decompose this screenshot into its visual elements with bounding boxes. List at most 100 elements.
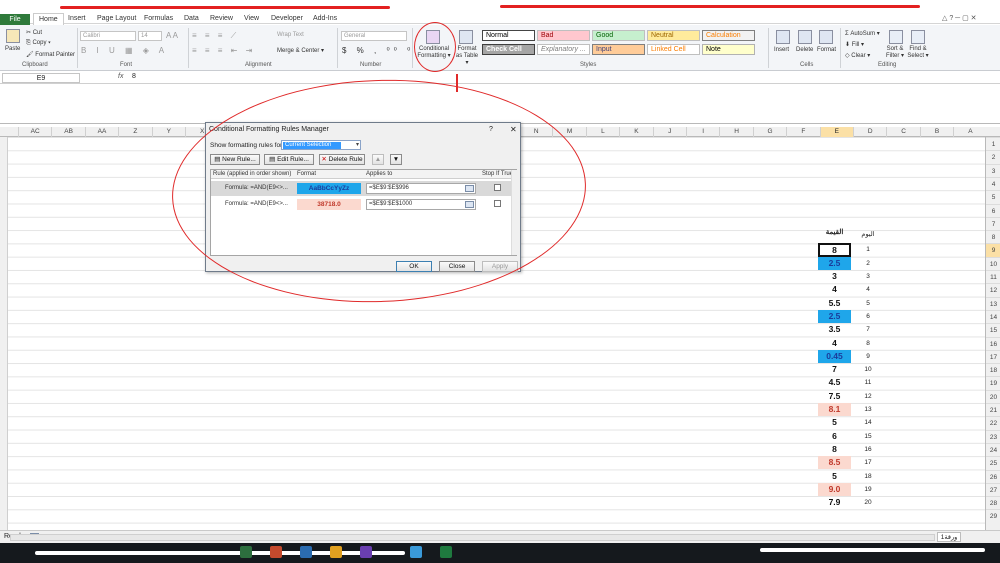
cell-day[interactable]: 9 — [853, 350, 883, 363]
column-header[interactable]: Z — [118, 127, 151, 137]
column-header[interactable]: F — [786, 127, 819, 137]
cell-value[interactable]: 5 — [818, 470, 851, 483]
column-header[interactable]: G — [752, 127, 786, 137]
tab-page-layout[interactable]: Page Layout — [97, 15, 136, 22]
font-format-icons[interactable]: B I U ▦ ◈ A — [81, 46, 168, 55]
format-painter-button[interactable]: 🖌 Format Painter — [26, 51, 75, 58]
row-header[interactable]: 20 — [986, 389, 1000, 403]
cut-button[interactable]: ✂ Cut — [26, 29, 42, 36]
taskbar-app-icon[interactable] — [270, 546, 282, 558]
column-header[interactable]: E — [819, 127, 853, 137]
cell-value[interactable]: 5 — [818, 416, 851, 429]
row-header[interactable]: 23 — [986, 429, 1000, 443]
cell-day[interactable]: 8 — [853, 337, 883, 350]
row-header[interactable]: 29 — [986, 509, 1000, 522]
taskbar-app-icon[interactable] — [300, 546, 312, 558]
column-header[interactable]: D — [853, 127, 886, 137]
row-header[interactable]: 26 — [986, 469, 1000, 483]
cell-style-3[interactable]: Neutral — [647, 30, 700, 41]
cell-value[interactable]: 4.5 — [818, 376, 851, 389]
row-header[interactable]: 18 — [986, 363, 1000, 376]
tab-formulas[interactable]: Formulas — [144, 15, 173, 22]
cell-style-7[interactable]: Input — [592, 44, 645, 55]
name-box[interactable]: E9 — [2, 73, 80, 83]
row-header[interactable]: 6 — [986, 203, 1000, 217]
tab-home[interactable]: Home — [33, 13, 64, 25]
column-header[interactable]: Y — [151, 127, 185, 137]
row-header[interactable]: 15 — [986, 323, 1000, 336]
cell-day[interactable]: 14 — [853, 416, 883, 429]
window-controls[interactable]: △ ? ─ ▢ ✕ — [942, 14, 997, 23]
paste-icon[interactable] — [6, 29, 20, 43]
delete-cells-icon[interactable] — [798, 30, 812, 44]
horizontal-scrollbar[interactable] — [10, 534, 935, 541]
row-header[interactable]: 13 — [986, 296, 1000, 310]
cell-day[interactable]: 3 — [853, 270, 883, 283]
row-header[interactable]: 1 — [986, 137, 1000, 150]
taskbar-app-icon[interactable] — [360, 546, 372, 558]
cell-day[interactable]: 7 — [853, 323, 883, 336]
cell-style-0[interactable]: Normal — [482, 30, 535, 41]
cell-style-1[interactable]: Bad — [537, 30, 590, 41]
cell-day[interactable]: 10 — [853, 363, 883, 376]
number-format-icons[interactable]: $ % , ⁰⁰ ⁰ — [342, 46, 414, 55]
row-header[interactable]: 25 — [986, 456, 1000, 469]
column-header[interactable]: AB — [51, 127, 84, 137]
column-header[interactable]: H — [719, 127, 752, 137]
cell-day[interactable]: 17 — [853, 456, 883, 469]
row-header[interactable]: 16 — [986, 336, 1000, 350]
cell-value[interactable]: 6 — [818, 430, 851, 443]
tab-review[interactable]: Review — [210, 15, 233, 22]
cell-value[interactable]: 4 — [818, 337, 851, 350]
row-header[interactable]: 12 — [986, 283, 1000, 296]
format-table-icon[interactable] — [459, 30, 473, 44]
row-header[interactable]: 7 — [986, 216, 1000, 230]
cell-day[interactable]: 20 — [853, 496, 883, 509]
sort-filter-button[interactable]: Sort & Filter ▾ — [884, 46, 906, 60]
cell-style-6[interactable]: Explanatory ... — [537, 44, 590, 55]
formula-input[interactable]: 8 — [132, 73, 136, 80]
column-header[interactable]: C — [886, 127, 919, 137]
column-header[interactable]: J — [652, 127, 686, 137]
row-header[interactable]: 17 — [986, 349, 1000, 363]
format-cells-icon[interactable] — [819, 30, 833, 44]
row-header[interactable]: 27 — [986, 482, 1000, 496]
column-header[interactable]: K — [619, 127, 652, 137]
column-header[interactable]: A — [953, 127, 986, 137]
cell-value[interactable]: 3 — [818, 270, 851, 283]
cell-day[interactable]: 15 — [853, 430, 883, 443]
delete-cells-button[interactable]: Delete — [796, 47, 813, 53]
fx-icon[interactable]: fx — [118, 73, 123, 80]
row-header[interactable]: 2 — [986, 150, 1000, 163]
cell-value[interactable]: 7.9 — [818, 496, 851, 509]
row-header[interactable]: 14 — [986, 309, 1000, 323]
paste-button[interactable]: Paste — [5, 46, 20, 52]
cell-value[interactable]: 3.5 — [818, 323, 851, 336]
align-h-icons[interactable]: ≡ ≡ ≡ ⇤ ⇥ — [192, 46, 255, 55]
taskbar-excel-icon[interactable] — [440, 546, 452, 558]
row-header[interactable]: 11 — [986, 270, 1000, 283]
cell-value[interactable]: 4 — [818, 283, 851, 296]
row-header[interactable]: 21 — [986, 403, 1000, 416]
column-header[interactable]: L — [585, 127, 619, 137]
autosum-button[interactable]: Σ AutoSum ▾ — [845, 30, 880, 37]
taskbar-app-icon[interactable] — [240, 546, 252, 558]
cell-value[interactable]: 0.45 — [818, 349, 851, 364]
format-table-button[interactable]: Format as Table ▾ — [455, 46, 479, 67]
copy-button[interactable]: ⎘ Copy ▾ — [26, 40, 51, 47]
cell-style-2[interactable]: Good — [592, 30, 645, 41]
tab-file[interactable]: File — [0, 14, 30, 25]
cell-style-5[interactable]: Check Cell — [482, 44, 535, 55]
cell-value[interactable]: 7 — [818, 363, 851, 376]
wrap-text-button[interactable]: Wrap Text — [277, 32, 304, 38]
fill-button[interactable]: ⬇ Fill ▾ — [845, 41, 864, 48]
row-header[interactable]: 10 — [986, 256, 1000, 270]
tab-view[interactable]: View — [244, 15, 259, 22]
cell-day[interactable]: 12 — [853, 390, 883, 403]
cell-value[interactable]: 8 — [818, 243, 851, 257]
row-header[interactable]: 22 — [986, 416, 1000, 429]
sort-filter-icon[interactable] — [889, 30, 903, 44]
cell-value[interactable]: 2.5 — [818, 309, 851, 324]
cell-value[interactable]: 7.5 — [818, 390, 851, 403]
cell-day[interactable]: 16 — [853, 443, 883, 456]
